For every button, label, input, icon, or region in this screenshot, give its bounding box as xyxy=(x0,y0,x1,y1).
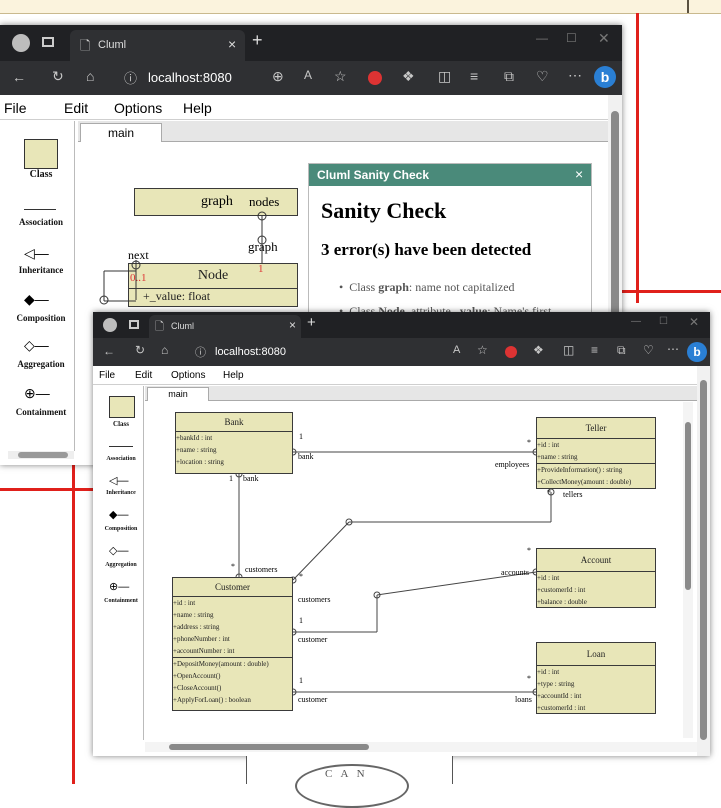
mult-label: * xyxy=(527,438,531,447)
palette-hscroll-thumb[interactable] xyxy=(18,452,68,458)
canvas-hscroll[interactable] xyxy=(145,742,697,752)
background-band-edge xyxy=(687,0,689,13)
dialog-header-title: Cluml Sanity Check xyxy=(317,168,430,182)
error-text: Class xyxy=(349,280,379,294)
bank-attr: +name : string xyxy=(176,446,217,454)
class-loan-name: Loan xyxy=(537,643,655,666)
class-account-name: Account xyxy=(537,549,655,572)
loan-attr: +type : string xyxy=(537,680,575,688)
account-attr: +id : int xyxy=(537,574,560,582)
account-attr: +balance : double xyxy=(537,598,587,606)
role-label: bank xyxy=(243,474,259,483)
role-label: customer xyxy=(298,695,328,704)
mult-label: 1 xyxy=(229,474,233,483)
loan-attr: +customerId : int xyxy=(537,704,586,712)
class-account[interactable]: Account +id : int +customerId : int +bal… xyxy=(536,548,656,608)
class-customer[interactable]: Customer +id : int +name : string +addre… xyxy=(172,577,293,711)
class-bank[interactable]: Bank +bankId : int +name : string +locat… xyxy=(175,412,293,474)
error-text: : name not capitalized xyxy=(408,280,515,294)
class-teller[interactable]: Teller +id : int +name : string +Provide… xyxy=(536,417,656,489)
loan-attr: +accountId : int xyxy=(537,692,582,700)
customer-op: +OpenAccount() xyxy=(173,672,221,680)
mult-label: 1 xyxy=(299,676,303,685)
dialog-subtitle: 3 error(s) have been detected xyxy=(321,240,532,259)
page-vscroll[interactable] xyxy=(697,366,710,756)
teller-attr: +name : string xyxy=(537,451,655,464)
bottom-panel: C A N xyxy=(246,756,453,808)
red-frame-line xyxy=(636,13,639,303)
error-item: • Class graph: name not capitalized xyxy=(339,280,515,294)
palette-hscroll[interactable] xyxy=(8,451,74,459)
customer-op: +ApplyForLoan() : boolean xyxy=(173,696,251,704)
teller-op: +ProvideInformation() : string xyxy=(537,466,623,474)
loan-attr: +id : int xyxy=(537,668,560,676)
page-vscroll-thumb[interactable] xyxy=(700,380,707,740)
background-band xyxy=(0,0,721,14)
red-frame-line xyxy=(0,488,100,491)
seal-text: C A N xyxy=(325,768,368,780)
canvas-hscroll-thumb[interactable] xyxy=(169,744,369,750)
teller-op: +CollectMoney(amount : double) xyxy=(537,478,632,486)
customer-attr: +id : int xyxy=(173,599,196,607)
mult-label: 1 xyxy=(299,616,303,625)
mult-label: * xyxy=(527,546,531,555)
mult-label: 1 xyxy=(299,432,303,441)
front-browser-window: 🗋 Cluml × + — ☐ ✕ ← ↻ ⌂ ⓘ localhost:8080… xyxy=(93,312,710,756)
role-label: customers xyxy=(298,595,331,604)
teller-attr: +id : int xyxy=(537,441,560,449)
customer-attr: +name : string xyxy=(173,611,214,619)
mult-label: * xyxy=(299,572,303,581)
customer-attr: +accountNumber : int xyxy=(173,645,292,658)
role-label: tellers xyxy=(563,490,583,499)
class-loan[interactable]: Loan +id : int +type : string +accountId… xyxy=(536,642,656,714)
dialog-header: Cluml Sanity Check × xyxy=(309,164,591,186)
customer-attr: +phoneNumber : int xyxy=(173,635,230,643)
mult-label: * xyxy=(547,488,551,497)
customer-attr: +address : string xyxy=(173,623,220,631)
dialog-close-icon[interactable]: × xyxy=(575,166,583,182)
mult-label: * xyxy=(527,674,531,683)
class-customer-name: Customer xyxy=(173,578,292,597)
role-label: loans xyxy=(515,695,532,704)
role-label: employees xyxy=(495,460,530,469)
error-bold: graph xyxy=(378,280,409,294)
class-bank-name: Bank xyxy=(176,413,292,432)
role-label: accounts xyxy=(501,568,529,577)
dialog-title: Sanity Check xyxy=(321,198,447,223)
role-label: customers xyxy=(245,565,278,574)
canvas-vscroll[interactable] xyxy=(683,402,693,738)
mult-label: * xyxy=(231,562,235,571)
role-label: customer xyxy=(298,635,328,644)
bank-attr: +bankId : int xyxy=(176,434,213,442)
account-attr: +customerId : int xyxy=(537,586,586,594)
customer-op: +DepositMoney(amount : double) xyxy=(173,660,269,668)
canvas-vscroll-thumb[interactable] xyxy=(685,422,691,590)
customer-op: +CloseAccount() xyxy=(173,684,222,692)
role-label: bank xyxy=(298,452,314,461)
bank-attr: +location : string xyxy=(176,458,224,466)
class-teller-name: Teller xyxy=(537,418,655,439)
